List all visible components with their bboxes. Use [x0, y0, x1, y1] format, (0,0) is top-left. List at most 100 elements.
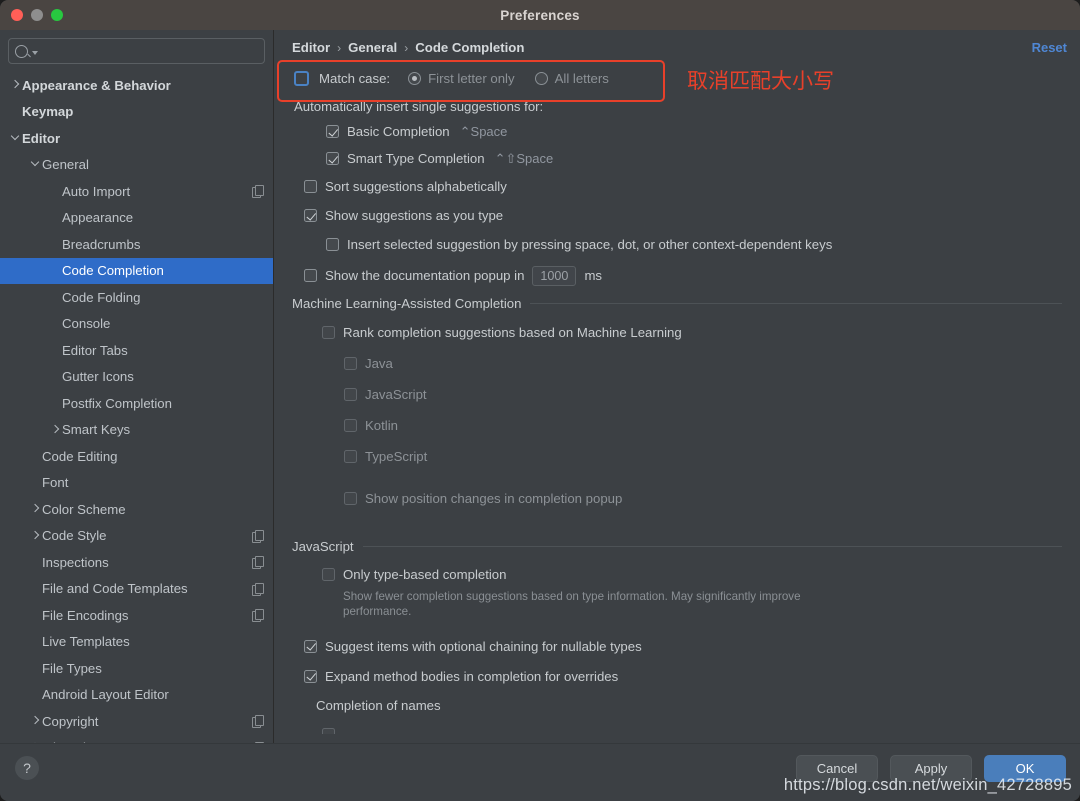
chevron-right-icon[interactable]: [28, 504, 42, 514]
breadcrumb-item[interactable]: Code Completion: [415, 40, 524, 55]
sidebar-item-gutter-icons[interactable]: Gutter Icons: [0, 364, 273, 391]
breadcrumb-item[interactable]: Editor: [292, 40, 330, 55]
ml-section-divider: [530, 303, 1062, 304]
breadcrumb-separator: ›: [337, 40, 342, 55]
match-case-checkbox[interactable]: [294, 70, 309, 86]
ml-language-java[interactable]: Java: [344, 348, 1062, 379]
chevron-right-icon[interactable]: [28, 716, 42, 726]
chevron-down-icon[interactable]: [28, 158, 42, 170]
sidebar-item-appearance[interactable]: Appearance: [0, 205, 273, 232]
sidebar-item-live-templates[interactable]: Live Templates: [0, 629, 273, 656]
sidebar-item-label: Appearance: [62, 210, 134, 226]
sidebar-item-editor-tabs[interactable]: Editor Tabs: [0, 337, 273, 364]
window-title: Preferences: [500, 7, 580, 23]
sidebar-item-file-and-code-templates[interactable]: File and Code Templates: [0, 576, 273, 603]
doc-popup-unit: ms: [584, 268, 603, 283]
cut-off-row[interactable]: [322, 719, 1062, 742]
insert-selected-checkbox[interactable]: [326, 238, 339, 251]
chevron-right-icon[interactable]: [48, 424, 62, 435]
show-as-you-type-row[interactable]: Show suggestions as you type: [304, 201, 1062, 230]
search-input[interactable]: [41, 44, 258, 58]
ml-rank-row[interactable]: Rank completion suggestions based on Mac…: [322, 317, 1062, 348]
radio-all-letters[interactable]: All letters: [534, 71, 609, 86]
chevron-right-icon[interactable]: [28, 530, 42, 541]
chevron-right-icon[interactable]: [8, 80, 22, 90]
chevron-down-icon[interactable]: [8, 131, 22, 144]
radio-first-letter-only-icon[interactable]: [408, 71, 422, 85]
ml-language-checkbox[interactable]: [344, 357, 357, 370]
sidebar-item-copyright[interactable]: Copyright: [0, 708, 273, 735]
only-type-based-checkbox[interactable]: [322, 568, 335, 581]
doc-popup-checkbox[interactable]: [304, 269, 317, 282]
ml-language-javascript[interactable]: JavaScript: [344, 379, 1062, 410]
ml-language-checkbox[interactable]: [344, 419, 357, 432]
radio-first-letter-only[interactable]: First letter only: [408, 71, 515, 86]
ml-language-checkbox[interactable]: [344, 388, 357, 401]
sidebar-item-smart-keys[interactable]: Smart Keys: [0, 417, 273, 444]
annotation-text: 取消匹配大小写: [687, 69, 834, 93]
sidebar-search-wrap: [0, 30, 273, 70]
ml-language-typescript[interactable]: TypeScript: [344, 441, 1062, 472]
doc-popup-row[interactable]: Show the documentation popup in 1000 ms: [304, 259, 1062, 292]
help-button[interactable]: ?: [15, 756, 39, 780]
ml-language-checkbox[interactable]: [344, 450, 357, 463]
only-type-based-row[interactable]: Only type-based completion: [322, 562, 1062, 587]
copy-settings-icon[interactable]: [252, 529, 264, 543]
ml-rank-checkbox[interactable]: [322, 326, 335, 339]
sidebar-item-general[interactable]: General: [0, 152, 273, 179]
sidebar-item-file-types[interactable]: File Types: [0, 655, 273, 682]
sidebar-item-inspections[interactable]: Inspections: [0, 549, 273, 576]
show-as-you-type-checkbox[interactable]: [304, 209, 317, 222]
basic-completion-row[interactable]: Basic Completion ⌃Space: [326, 118, 1062, 145]
sidebar-item-label: Code Editing: [42, 448, 118, 464]
sidebar-item-file-encodings[interactable]: File Encodings: [0, 602, 273, 629]
sidebar-item-android-layout-editor[interactable]: Android Layout Editor: [0, 682, 273, 709]
breadcrumb-item[interactable]: General: [348, 40, 397, 55]
expand-method-bodies-checkbox[interactable]: [304, 669, 317, 683]
ml-language-kotlin[interactable]: Kotlin: [344, 410, 1062, 441]
sidebar-item-editor[interactable]: Editor: [0, 125, 273, 152]
sidebar-item-appearance-behavior[interactable]: Appearance & Behavior: [0, 72, 273, 99]
ml-position-changes-row[interactable]: Show position changes in completion popu…: [344, 483, 1062, 514]
copy-settings-icon[interactable]: [252, 185, 264, 199]
reset-link[interactable]: Reset: [1032, 40, 1067, 55]
optional-chaining-row[interactable]: Suggest items with optional chaining for…: [304, 631, 1062, 661]
chevron-down-icon[interactable]: [32, 50, 38, 55]
radio-all-letters-icon[interactable]: [534, 71, 548, 85]
sidebar-item-auto-import[interactable]: Auto Import: [0, 178, 273, 205]
breadcrumb: Editor › General › Code Completion: [292, 40, 524, 55]
smart-type-completion-checkbox[interactable]: [326, 152, 339, 165]
watermark-text: https://blog.csdn.net/weixin_42728895: [783, 776, 1072, 794]
expand-method-bodies-row[interactable]: Expand method bodies in completion for o…: [304, 661, 1062, 691]
maximize-window-icon[interactable]: [51, 9, 63, 21]
insert-selected-row[interactable]: Insert selected suggestion by pressing s…: [326, 230, 1062, 259]
sidebar-item-code-editing[interactable]: Code Editing: [0, 443, 273, 470]
cut-off-checkbox[interactable]: [322, 727, 335, 734]
settings-tree[interactable]: Appearance & Behavior Keymap Editor General…: [0, 70, 273, 744]
sidebar-item-label: Color Scheme: [42, 501, 126, 517]
doc-popup-delay-input[interactable]: 1000: [532, 265, 577, 286]
close-window-icon[interactable]: [11, 9, 23, 21]
copy-settings-icon[interactable]: [252, 582, 264, 596]
copy-settings-icon[interactable]: [252, 715, 264, 729]
basic-completion-checkbox[interactable]: [326, 125, 339, 138]
sort-alphabetically-row[interactable]: Sort suggestions alphabetically: [304, 172, 1062, 201]
copy-settings-icon[interactable]: [252, 556, 264, 570]
sidebar-item-code-style[interactable]: Code Style: [0, 523, 273, 550]
sidebar-item-code-completion[interactable]: Code Completion: [0, 257, 273, 284]
sidebar-item-code-folding[interactable]: Code Folding: [0, 284, 273, 311]
sidebar-item-console[interactable]: Console: [0, 311, 273, 338]
minimize-window-icon[interactable]: [31, 9, 43, 21]
sidebar-item-postfix-completion[interactable]: Postfix Completion: [0, 390, 273, 417]
sidebar-item-keymap[interactable]: Keymap: [0, 99, 273, 126]
copy-settings-icon[interactable]: [252, 609, 264, 623]
sidebar-item-label: Gutter Icons: [62, 369, 134, 385]
sort-alphabetically-checkbox[interactable]: [304, 180, 317, 193]
sidebar-item-color-scheme[interactable]: Color Scheme: [0, 496, 273, 523]
sidebar-item-breadcrumbs[interactable]: Breadcrumbs: [0, 231, 273, 258]
optional-chaining-checkbox[interactable]: [304, 639, 317, 653]
sidebar-item-font[interactable]: Font: [0, 470, 273, 497]
ml-position-changes-checkbox[interactable]: [344, 492, 357, 505]
smart-type-completion-row[interactable]: Smart Type Completion ⌃⇧Space: [326, 145, 1062, 172]
search-box[interactable]: [8, 38, 265, 64]
